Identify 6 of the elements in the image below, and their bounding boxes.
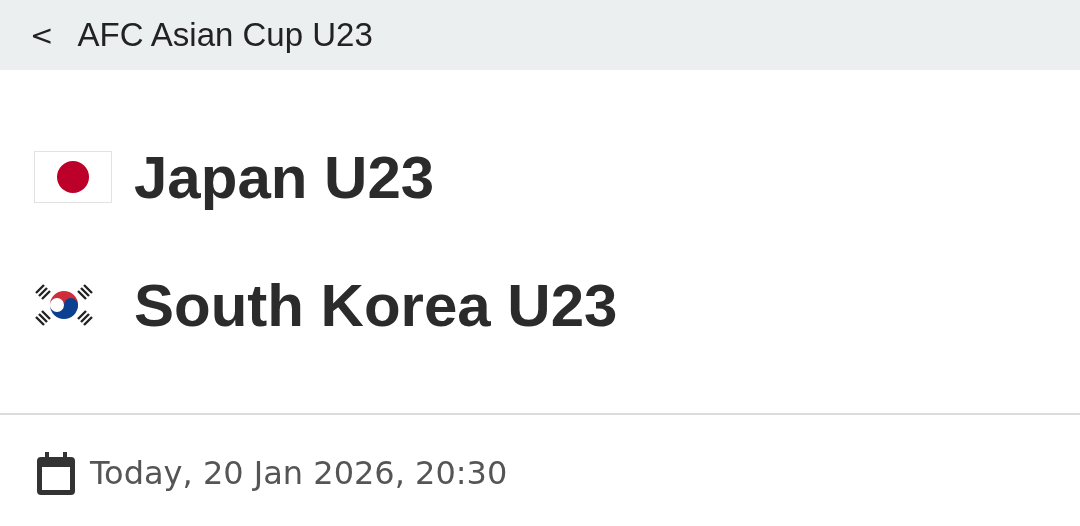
calendar-icon	[36, 451, 76, 495]
match-date: Today, 20 Jan 2026, 20:30	[90, 454, 508, 492]
team-name: South Korea U23	[134, 270, 618, 340]
team-name: Japan U23	[134, 142, 435, 212]
page-title: AFC Asian Cup U23	[77, 16, 373, 54]
back-button[interactable]: <	[26, 18, 58, 52]
